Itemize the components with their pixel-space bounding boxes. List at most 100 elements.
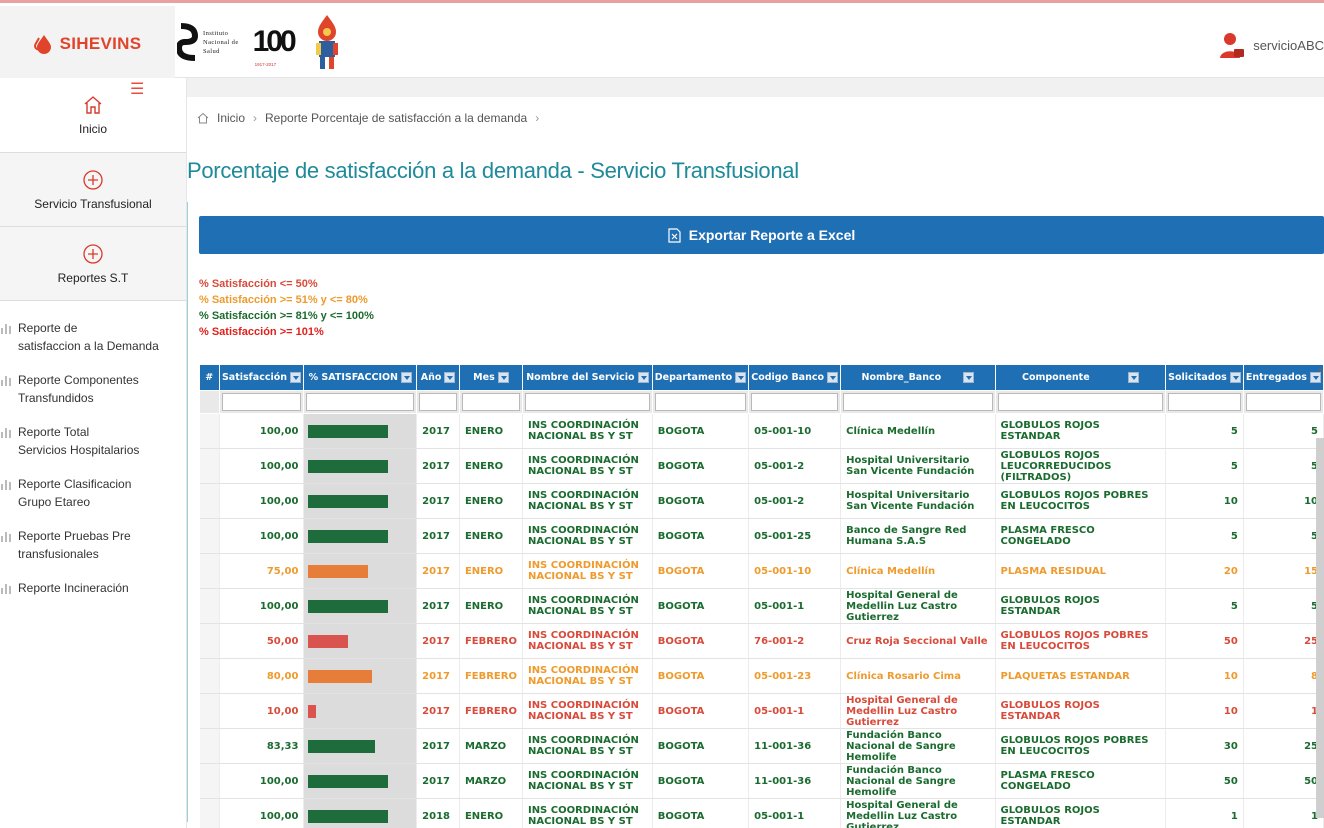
nombre-banco-cell: Clínica Medellín: [840, 553, 996, 589]
brand-logo[interactable]: SIHEVINS: [0, 6, 175, 81]
filter-input[interactable]: [1245, 393, 1321, 411]
satisfaccion-bar-cell: [303, 588, 418, 624]
reports-submenu: Reporte de satisfaccion a la Demanda Repo…: [0, 301, 186, 609]
filter-input[interactable]: [843, 393, 993, 411]
sidebar-report-componentes[interactable]: Reporte Componentes Transfundidos: [0, 367, 186, 419]
departamento-cell: BOGOTA: [652, 693, 750, 729]
column-header-solicitados[interactable]: Solicitados: [1165, 364, 1244, 391]
column-header-componente[interactable]: Componente: [994, 364, 1167, 391]
sidebar-report-incineracion[interactable]: Reporte Incineración: [0, 575, 186, 609]
vertical-scrollbar[interactable]: [1316, 438, 1324, 818]
column-header-nombre-banco[interactable]: Nombre_Banco: [840, 364, 996, 391]
report-label-line2: satisfaccion a la Demanda: [18, 339, 159, 353]
column-header-departamento[interactable]: Departamento: [651, 364, 750, 391]
row-index-cell: [199, 763, 220, 799]
table-row[interactable]: 75,00 2017 ENERO INS COORDINACIÓN NACIONAL …: [199, 553, 1324, 589]
filter-dropdown-icon[interactable]: [401, 372, 413, 383]
satisfaccion-bar-cell: [303, 623, 418, 659]
filter-dropdown-icon[interactable]: [290, 372, 302, 383]
filter-dropdown-icon[interactable]: [497, 372, 509, 383]
sidebar-item-inicio[interactable]: Inicio: [0, 78, 186, 153]
entregados-cell: 5: [1243, 518, 1324, 554]
column-header-satisfaccion[interactable]: Satisfacción: [218, 364, 305, 391]
anio-cell: 2017: [416, 483, 460, 519]
filter-input[interactable]: [461, 393, 520, 411]
mes-cell: MARZO: [459, 728, 523, 764]
table-row[interactable]: 100,00 2017 ENERO INS COORDINACIÓN NACIONAL…: [199, 588, 1324, 624]
solicitados-cell: 5: [1165, 448, 1244, 484]
filter-dropdown-icon[interactable]: [637, 372, 649, 383]
menu-toggle-icon[interactable]: ☰: [130, 82, 144, 98]
anniversary-years: 1917-2017: [254, 62, 277, 67]
filter-dropdown-icon[interactable]: [1127, 372, 1139, 383]
column-header-pct-satisfaccion[interactable]: % SATISFACCION: [303, 364, 418, 391]
bar-chart-icon: [1, 480, 11, 490]
row-index-cell: [199, 448, 220, 484]
entregados-cell: 1: [1243, 693, 1324, 729]
filter-input[interactable]: [221, 393, 302, 411]
satisfaccion-cell: 100,00: [219, 763, 305, 799]
table-row[interactable]: 80,00 2017 FEBRERO INS COORDINACIÓN NACIONA…: [199, 658, 1324, 694]
entregados-cell: 25: [1243, 728, 1324, 764]
report-label-line1: Reporte Pruebas Pre: [18, 529, 131, 543]
filter-input[interactable]: [751, 393, 839, 411]
export-excel-button[interactable]: Exportar Reporte a Excel: [199, 216, 1324, 254]
table-row[interactable]: 100,00 2018 ENERO INS COORDINACIÓN NACIONAL…: [199, 798, 1324, 828]
sidebar-item-label: Inicio: [78, 122, 107, 136]
sidebar-report-pruebas-pre[interactable]: Reporte Pruebas Pre transfusionales: [0, 523, 186, 575]
user-menu[interactable]: servicioABC: [1219, 31, 1324, 59]
departamento-cell: BOGOTA: [652, 553, 750, 589]
satisfaccion-bar: [308, 494, 389, 508]
report-label-line1: Reporte Total: [18, 425, 90, 439]
column-header-codigo-banco[interactable]: Codigo Banco: [748, 364, 842, 391]
sidebar-item-reportes-st[interactable]: Reportes S.T: [0, 227, 186, 301]
filter-dropdown-icon[interactable]: [1229, 372, 1241, 383]
legend-item: % Satisfacción <= 50%: [199, 278, 318, 290]
nombre-banco-cell: Fundación Banco Nacional de Sangre Hemol…: [840, 763, 996, 799]
scroll-up-arrow-icon[interactable]: ▲: [1317, 366, 1324, 374]
breadcrumb: Inicio › Reporte Porcentaje de satisfacc…: [197, 111, 539, 125]
departamento-cell: BOGOTA: [652, 623, 750, 659]
breadcrumb-separator: ›: [253, 111, 258, 125]
table-row[interactable]: 83,33 2017 MARZO INS COORDINACIÓN NACIONAL …: [199, 728, 1324, 764]
servicio-cell: INS COORDINACIÓN NACIONAL BS Y ST: [522, 483, 653, 519]
filter-input[interactable]: [1168, 393, 1241, 411]
sidebar-report-total-servicios[interactable]: Reporte Total Servicios Hospitalarios: [0, 419, 186, 471]
codigo-banco-cell: 05-001-10: [748, 413, 842, 449]
table-row[interactable]: 100,00 2017 ENERO INS COORDINACIÓN NACIONAL…: [199, 483, 1324, 519]
table-row[interactable]: 100,00 2017 ENERO INS COORDINACIÓN NACIONAL…: [199, 518, 1324, 554]
sidebar-report-satisfaccion[interactable]: Reporte de satisfaccion a la Demanda: [0, 315, 186, 367]
filter-dropdown-icon[interactable]: [735, 372, 747, 383]
departamento-cell: BOGOTA: [652, 798, 750, 828]
column-header-mes[interactable]: Mes: [458, 364, 523, 391]
column-header-anio[interactable]: Año: [416, 364, 460, 391]
sidebar-item-servicio-transfusional[interactable]: Servicio Transfusional: [0, 153, 186, 227]
table-body: 100,00 2017 ENERO INS COORDINACIÓN NACIONAL…: [199, 413, 1324, 828]
column-header-servicio[interactable]: Nombre del Servicio: [521, 364, 653, 391]
filter-dropdown-icon[interactable]: [444, 372, 456, 383]
column-label: % SATISFACCION: [308, 372, 399, 383]
nombre-banco-cell: Hospital General de Medellin Luz Castro …: [840, 588, 996, 624]
filter-dropdown-icon[interactable]: [827, 372, 839, 383]
content-divider: [187, 202, 188, 822]
filter-dropdown-icon[interactable]: [963, 372, 975, 383]
filter-input[interactable]: [654, 393, 747, 411]
filter-input[interactable]: [524, 393, 650, 411]
componente-cell: GLOBULOS ROJOS ESTANDAR: [995, 693, 1167, 729]
breadcrumb-home-link[interactable]: Inicio: [217, 111, 245, 125]
sidebar-item-label: Servicio Transfusional: [34, 196, 152, 211]
column-label: Codigo Banco: [751, 372, 825, 383]
filter-input[interactable]: [419, 393, 457, 411]
filter-input[interactable]: [306, 393, 415, 411]
table-row[interactable]: 100,00 2017 MARZO INS COORDINACIÓN NACIONAL…: [199, 763, 1324, 799]
filter-cell: [416, 390, 460, 414]
table-row[interactable]: 100,00 2017 ENERO INS COORDINACIÓN NACIONAL…: [199, 448, 1324, 484]
sidebar-report-grupo-etareo[interactable]: Reporte Clasificacion Grupo Etareo: [0, 471, 186, 523]
table-row[interactable]: 10,00 2017 FEBRERO INS COORDINACIÓN NACIONA…: [199, 693, 1324, 729]
table-row[interactable]: 100,00 2017 ENERO INS COORDINACIÓN NACIONAL…: [199, 413, 1324, 449]
row-index-cell: [199, 413, 220, 449]
filter-input[interactable]: [997, 393, 1164, 411]
brand-name: SIHEVINS: [59, 33, 142, 53]
table-row[interactable]: 50,00 2017 FEBRERO INS COORDINACIÓN NACIONA…: [199, 623, 1324, 659]
column-header-entregados[interactable]: Entregados: [1242, 364, 1324, 391]
